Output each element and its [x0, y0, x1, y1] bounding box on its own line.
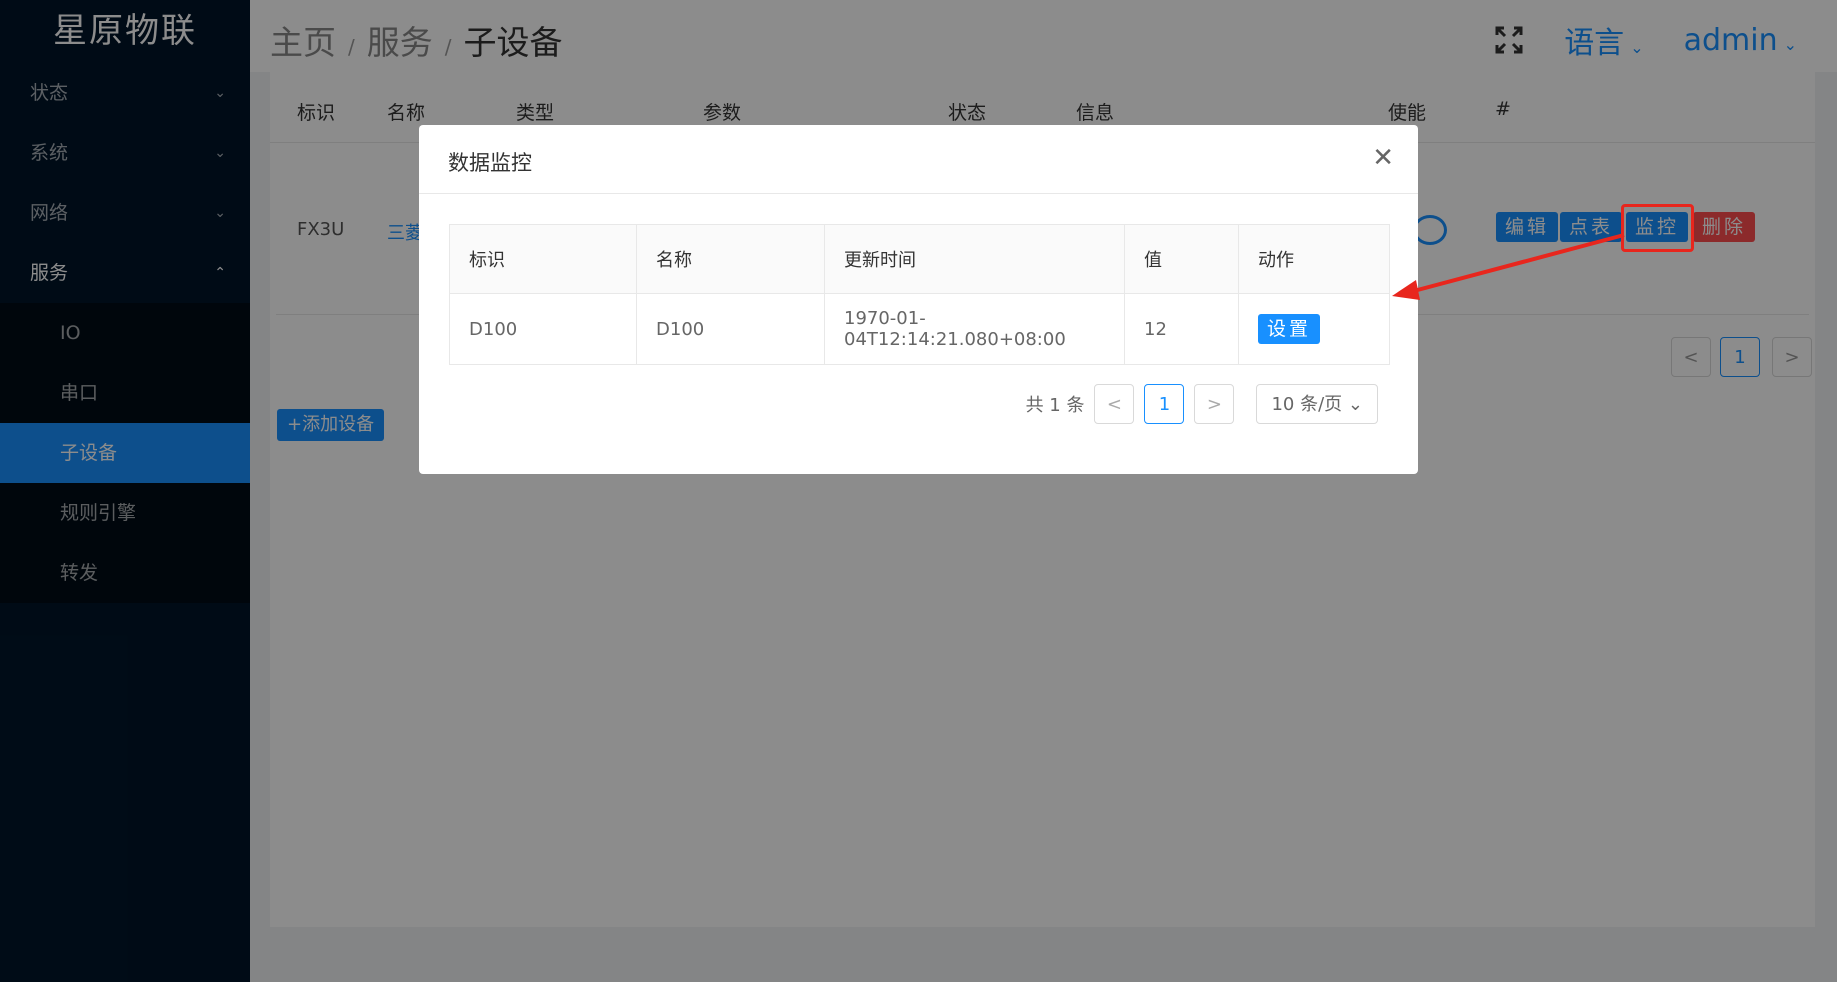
annotation-arrow — [1392, 233, 1625, 300]
